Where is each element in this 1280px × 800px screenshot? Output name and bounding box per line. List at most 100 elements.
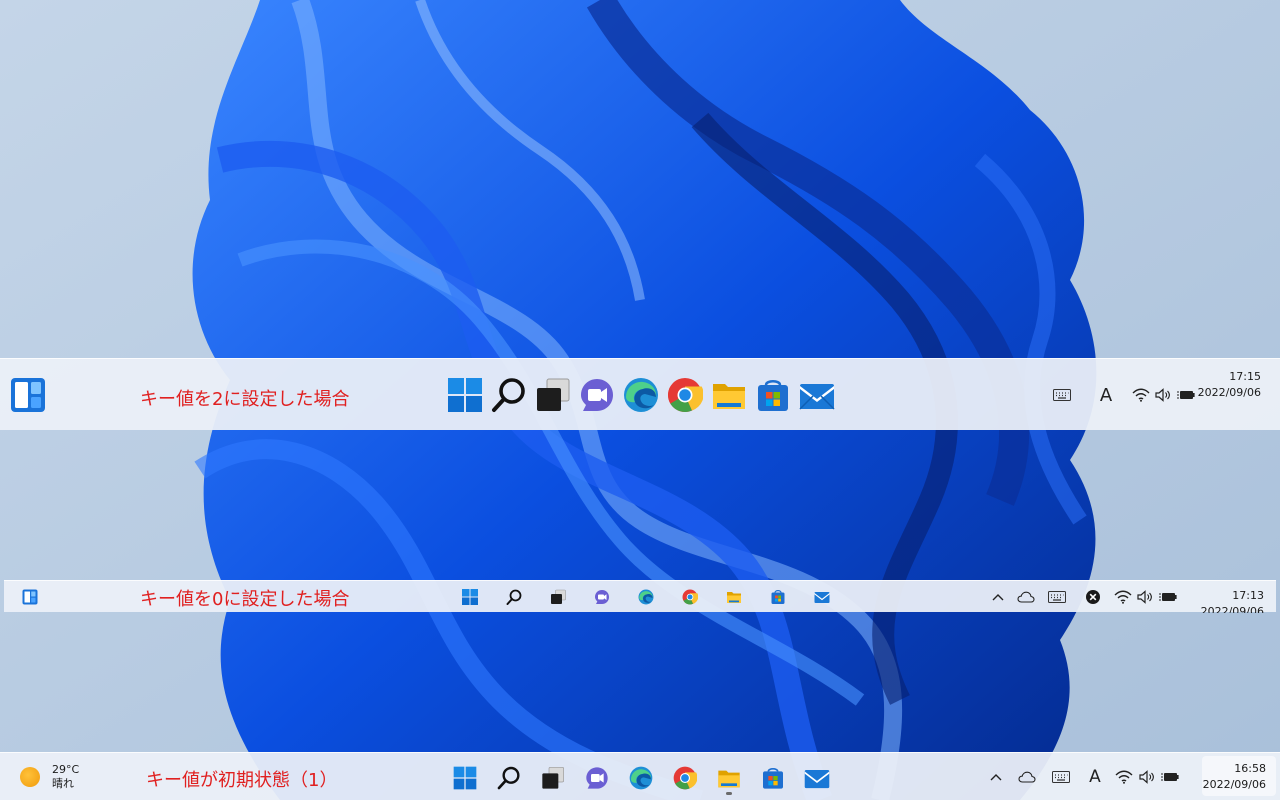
ime-disabled-button[interactable] <box>1078 589 1108 605</box>
taskbar-large: キー値を2に設定した場合 A 17:15 2022/09/06 <box>0 358 1280 430</box>
chevron-up-icon <box>990 774 1002 781</box>
show-hidden-icons-button[interactable] <box>982 773 1010 781</box>
clock-time: 17:15 <box>1229 370 1261 383</box>
chrome-icon <box>673 766 697 790</box>
teams-chat-button[interactable] <box>576 759 618 797</box>
file-explorer-icon <box>713 384 745 409</box>
file-explorer-button[interactable] <box>708 759 750 797</box>
edge-button[interactable] <box>620 759 662 797</box>
chrome-button[interactable] <box>664 759 706 797</box>
widgets-button[interactable] <box>10 377 46 413</box>
wifi-icon <box>1114 590 1132 604</box>
onedrive-button[interactable] <box>1012 591 1040 603</box>
task-view-icon <box>537 378 570 411</box>
file-explorer-button[interactable] <box>708 374 750 416</box>
microsoft-store-icon <box>771 590 785 604</box>
volume-button[interactable] <box>1134 590 1156 604</box>
clock-date: 2022/09/06 <box>1197 386 1261 399</box>
file-explorer-button[interactable] <box>712 584 756 610</box>
clock-time: 16:58 <box>1234 762 1266 775</box>
widgets-button[interactable] <box>22 589 38 605</box>
battery-button[interactable] <box>1158 771 1182 783</box>
wifi-icon <box>1115 770 1133 784</box>
weather-temperature: 29°C <box>52 763 80 776</box>
volume-button[interactable] <box>1152 388 1174 402</box>
onedrive-button[interactable] <box>1010 771 1044 783</box>
start-button[interactable] <box>444 374 486 416</box>
mail-button[interactable] <box>800 584 844 610</box>
ime-mode-label: A <box>1099 384 1113 406</box>
speaker-icon <box>1139 770 1154 784</box>
mail-icon <box>804 770 830 789</box>
wifi-icon <box>1132 388 1150 402</box>
edge-icon <box>638 589 654 605</box>
teams-chat-button[interactable] <box>576 374 618 416</box>
clock-button[interactable]: 16:58 2022/09/06 <box>1202 756 1276 796</box>
teams-chat-icon <box>595 590 609 604</box>
speaker-icon <box>1137 590 1152 604</box>
start-button[interactable] <box>448 584 492 610</box>
mail-icon <box>814 592 830 603</box>
clock-button[interactable]: 17:13 2022/09/06 <box>1201 588 1264 613</box>
start-icon <box>448 378 482 412</box>
battery-charging-icon <box>1159 593 1177 601</box>
touch-keyboard-button[interactable] <box>1044 771 1078 783</box>
battery-button[interactable] <box>1156 591 1180 603</box>
annotation-label: キー値が初期状態（1） <box>146 770 338 791</box>
microsoft-store-button[interactable] <box>752 374 794 416</box>
search-button[interactable] <box>488 759 530 797</box>
network-button[interactable] <box>1112 590 1134 604</box>
mail-button[interactable] <box>796 374 838 416</box>
volume-button[interactable] <box>1136 770 1158 784</box>
chrome-button[interactable] <box>664 374 706 416</box>
weather-widget[interactable]: 29°C 晴れ <box>20 763 79 791</box>
search-icon <box>506 589 522 605</box>
microsoft-store-button[interactable] <box>752 759 794 797</box>
microsoft-store-button[interactable] <box>756 584 800 610</box>
battery-button[interactable] <box>1174 389 1198 401</box>
edge-button[interactable] <box>620 374 662 416</box>
edge-button[interactable] <box>624 584 668 610</box>
running-indicator <box>726 792 732 795</box>
chrome-icon <box>668 378 703 412</box>
ime-mode-button[interactable]: A <box>1084 385 1128 406</box>
mail-button[interactable] <box>796 759 838 797</box>
task-view-button[interactable] <box>532 759 574 797</box>
ime-mode-button[interactable]: A <box>1078 767 1112 787</box>
chrome-button[interactable] <box>668 584 712 610</box>
microsoft-store-icon <box>763 768 783 789</box>
edge-icon <box>629 766 653 790</box>
cloud-icon <box>1018 771 1036 783</box>
file-explorer-icon <box>727 592 741 603</box>
speaker-icon <box>1155 388 1170 402</box>
teams-chat-icon <box>581 379 613 411</box>
start-button[interactable] <box>444 759 486 797</box>
chrome-icon <box>682 589 698 605</box>
touch-keyboard-button[interactable] <box>1050 389 1074 401</box>
close-circle-icon <box>1086 590 1100 604</box>
show-hidden-icons-button[interactable] <box>984 593 1012 601</box>
touch-keyboard-button[interactable] <box>1040 591 1074 603</box>
search-icon <box>497 766 520 790</box>
task-view-icon <box>551 589 566 604</box>
battery-charging-icon <box>1177 391 1195 399</box>
search-button[interactable] <box>492 584 536 610</box>
taskbar-default: 29°C 晴れ キー値が初期状態（1） A 16:58 2022/09/06 <box>0 752 1280 800</box>
teams-chat-button[interactable] <box>580 584 624 610</box>
sunny-weather-icon <box>20 767 40 787</box>
network-button[interactable] <box>1112 770 1136 784</box>
taskbar-small: キー値を0に設定した場合 17:13 2022/09/06 <box>4 580 1276 613</box>
widgets-icon <box>22 589 38 605</box>
clock-button[interactable]: 17:15 2022/09/06 <box>1198 369 1261 401</box>
task-view-button[interactable] <box>536 584 580 610</box>
battery-charging-icon <box>1161 773 1179 781</box>
edge-icon <box>624 378 658 412</box>
search-icon <box>492 378 525 412</box>
keyboard-icon <box>1053 389 1071 401</box>
widgets-icon <box>11 378 45 412</box>
annotation-label: キー値を2に設定した場合 <box>140 389 350 410</box>
cloud-icon <box>1017 591 1035 603</box>
network-button[interactable] <box>1130 388 1152 402</box>
task-view-button[interactable] <box>532 374 574 416</box>
search-button[interactable] <box>488 374 530 416</box>
